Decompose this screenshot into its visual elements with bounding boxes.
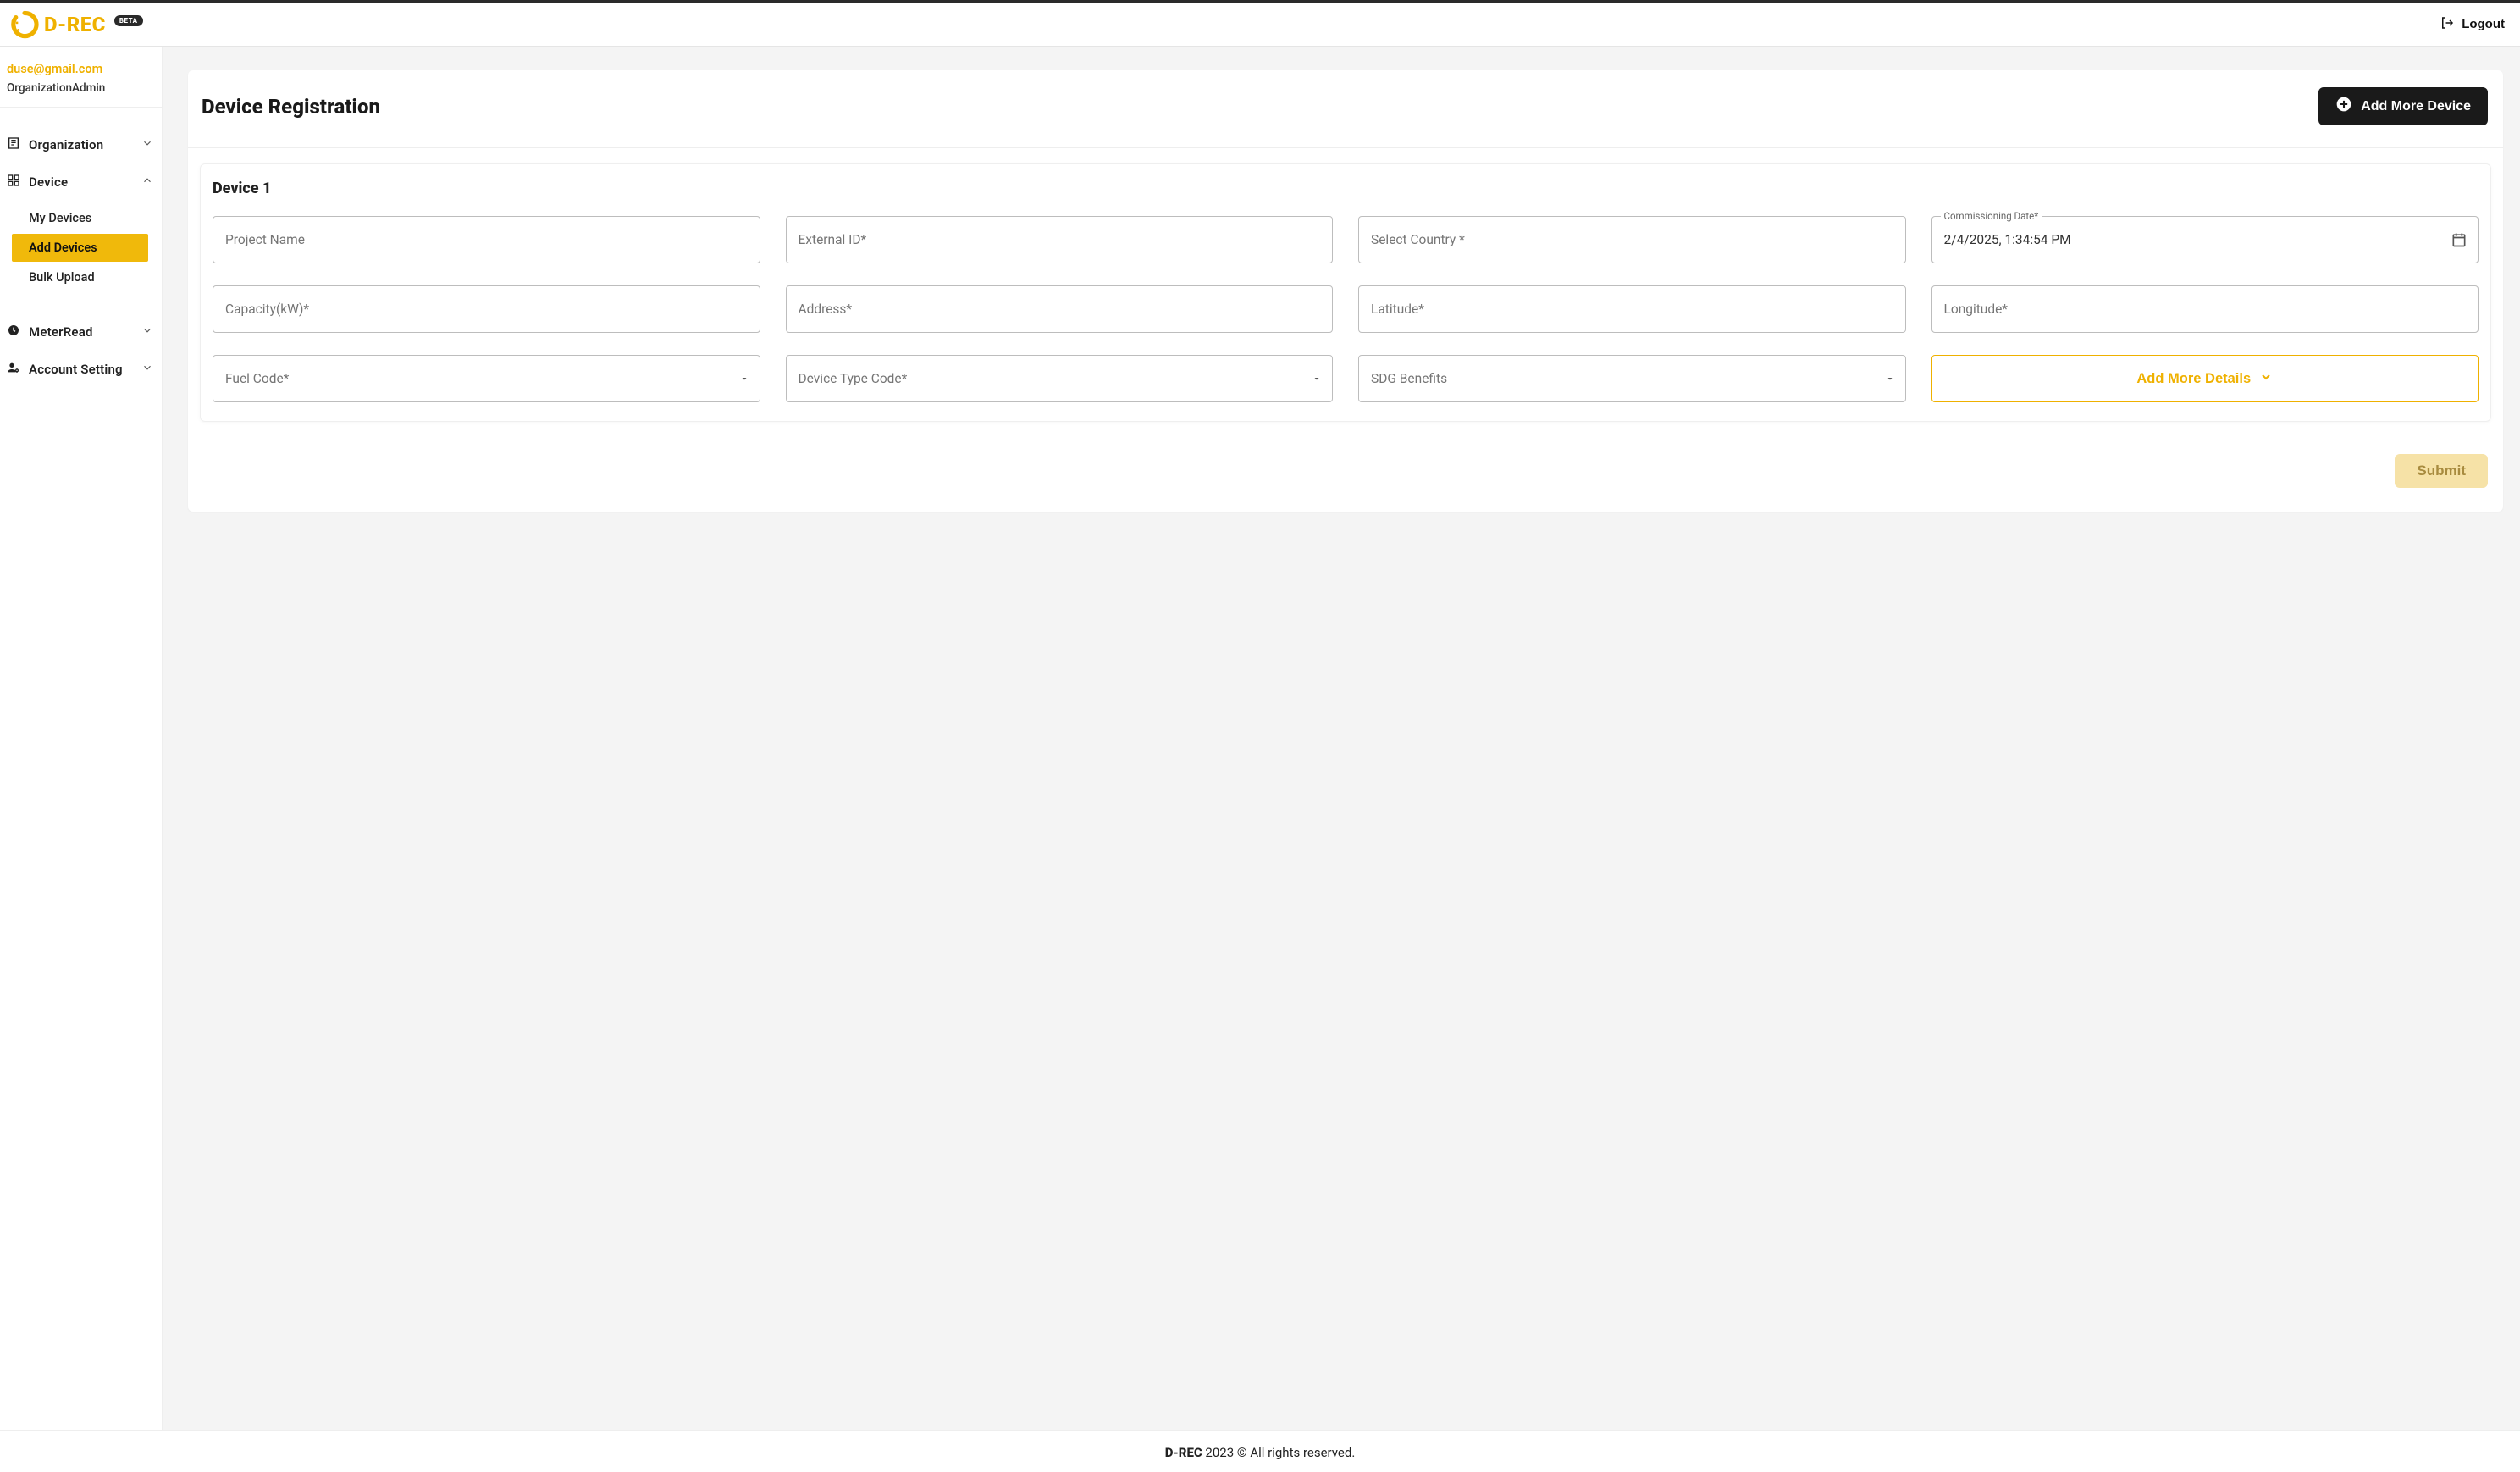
capacity-field[interactable]: Capacity(kW)* bbox=[213, 285, 760, 333]
sidebar-item-device[interactable]: Device bbox=[0, 163, 162, 201]
add-more-details-button[interactable]: Add More Details bbox=[1931, 355, 2479, 402]
sdg-benefits-field[interactable]: SDG Benefits bbox=[1358, 355, 1906, 402]
address-input[interactable] bbox=[799, 302, 1321, 317]
dropdown-icon bbox=[1885, 374, 1895, 384]
logo-mark-icon bbox=[10, 10, 39, 39]
commissioning-date-value: 2/4/2025, 1:34:54 PM bbox=[1944, 232, 2467, 247]
dropdown-icon bbox=[1312, 374, 1322, 384]
beta-badge: BETA bbox=[114, 15, 143, 26]
chevron-down-icon bbox=[141, 362, 153, 377]
project-name-input[interactable] bbox=[225, 232, 748, 247]
sidebar-item-organization[interactable]: Organization bbox=[0, 126, 162, 163]
sdg-benefits-input[interactable] bbox=[1371, 371, 1893, 386]
fuel-code-field[interactable]: Fuel Code* bbox=[213, 355, 760, 402]
main-content: Device Registration Add More Device Devi… bbox=[163, 47, 2520, 1430]
chevron-down-icon bbox=[2259, 370, 2273, 388]
calendar-icon[interactable] bbox=[2451, 231, 2468, 248]
device-icon bbox=[7, 174, 20, 191]
sidebar-item-label: MeterRead bbox=[29, 324, 93, 340]
logout-icon bbox=[2440, 15, 2455, 34]
chevron-down-icon bbox=[141, 137, 153, 152]
device-submenu: My Devices Add Devices Bulk Upload bbox=[0, 201, 162, 298]
external-id-input[interactable] bbox=[799, 232, 1321, 247]
project-name-field[interactable]: Project Name bbox=[213, 216, 760, 263]
meter-icon bbox=[7, 324, 20, 340]
account-setting-icon bbox=[7, 361, 20, 378]
add-more-device-label: Add More Device bbox=[2361, 99, 2471, 114]
commissioning-date-label: Commissioning Date* bbox=[1941, 210, 2042, 222]
latitude-input[interactable] bbox=[1371, 302, 1893, 317]
device-registration-card: Device Registration Add More Device Devi… bbox=[188, 70, 2503, 512]
header-bar: D-REC BETA Logout bbox=[0, 3, 2520, 47]
footer-text: 2023 © All rights reserved. bbox=[1202, 1445, 1356, 1460]
sidebar-item-bulk-upload[interactable]: Bulk Upload bbox=[12, 263, 155, 291]
logout-label: Logout bbox=[2462, 17, 2505, 31]
address-field[interactable]: Address* bbox=[786, 285, 1334, 333]
chevron-down-icon bbox=[141, 324, 153, 340]
user-role: OrganizationAdmin bbox=[7, 81, 155, 95]
sidebar-item-label: Device bbox=[29, 174, 68, 190]
external-id-field[interactable]: External ID* bbox=[786, 216, 1334, 263]
footer-brand: D-REC bbox=[1165, 1445, 1202, 1460]
sidebar-nav: Organization Device bbox=[0, 108, 162, 388]
country-input[interactable] bbox=[1371, 232, 1893, 247]
fuel-code-input[interactable] bbox=[225, 371, 748, 386]
sidebar: duse@gmail.com OrganizationAdmin Organiz… bbox=[0, 47, 163, 1430]
country-field[interactable]: Select Country * bbox=[1358, 216, 1906, 263]
brand-name: D-REC bbox=[44, 13, 106, 36]
logout-button[interactable]: Logout bbox=[2440, 15, 2505, 34]
latitude-field[interactable]: Latitude* bbox=[1358, 285, 1906, 333]
user-email: duse@gmail.com bbox=[7, 62, 155, 76]
device-1-section: Device 1 Project Name External ID* Selec… bbox=[200, 163, 2491, 422]
add-more-device-button[interactable]: Add More Device bbox=[2318, 87, 2488, 125]
page-title: Device Registration bbox=[202, 95, 380, 119]
device-type-code-input[interactable] bbox=[799, 371, 1321, 386]
brand-logo[interactable]: D-REC BETA bbox=[10, 10, 143, 39]
device-section-title: Device 1 bbox=[213, 180, 2479, 197]
capacity-input[interactable] bbox=[225, 302, 748, 317]
user-info: duse@gmail.com OrganizationAdmin bbox=[0, 58, 162, 108]
sidebar-item-my-devices[interactable]: My Devices bbox=[12, 204, 155, 232]
sidebar-item-add-devices[interactable]: Add Devices bbox=[12, 234, 148, 262]
commissioning-date-field[interactable]: Commissioning Date* 2/4/2025, 1:34:54 PM bbox=[1931, 216, 2479, 263]
chevron-up-icon bbox=[141, 174, 153, 190]
organization-icon bbox=[7, 136, 20, 153]
sidebar-item-meterread[interactable]: MeterRead bbox=[0, 313, 162, 351]
sidebar-item-account-setting[interactable]: Account Setting bbox=[0, 351, 162, 388]
footer: D-REC 2023 © All rights reserved. bbox=[0, 1430, 2520, 1472]
plus-circle-icon bbox=[2335, 96, 2352, 117]
add-more-details-label: Add More Details bbox=[2136, 371, 2251, 387]
sidebar-item-label: Organization bbox=[29, 137, 103, 152]
device-type-code-field[interactable]: Device Type Code* bbox=[786, 355, 1334, 402]
longitude-field[interactable]: Longitude* bbox=[1931, 285, 2479, 333]
submit-button[interactable]: Submit bbox=[2395, 454, 2488, 488]
dropdown-icon bbox=[739, 374, 749, 384]
sidebar-item-label: Account Setting bbox=[29, 362, 123, 377]
longitude-input[interactable] bbox=[1944, 302, 2467, 317]
